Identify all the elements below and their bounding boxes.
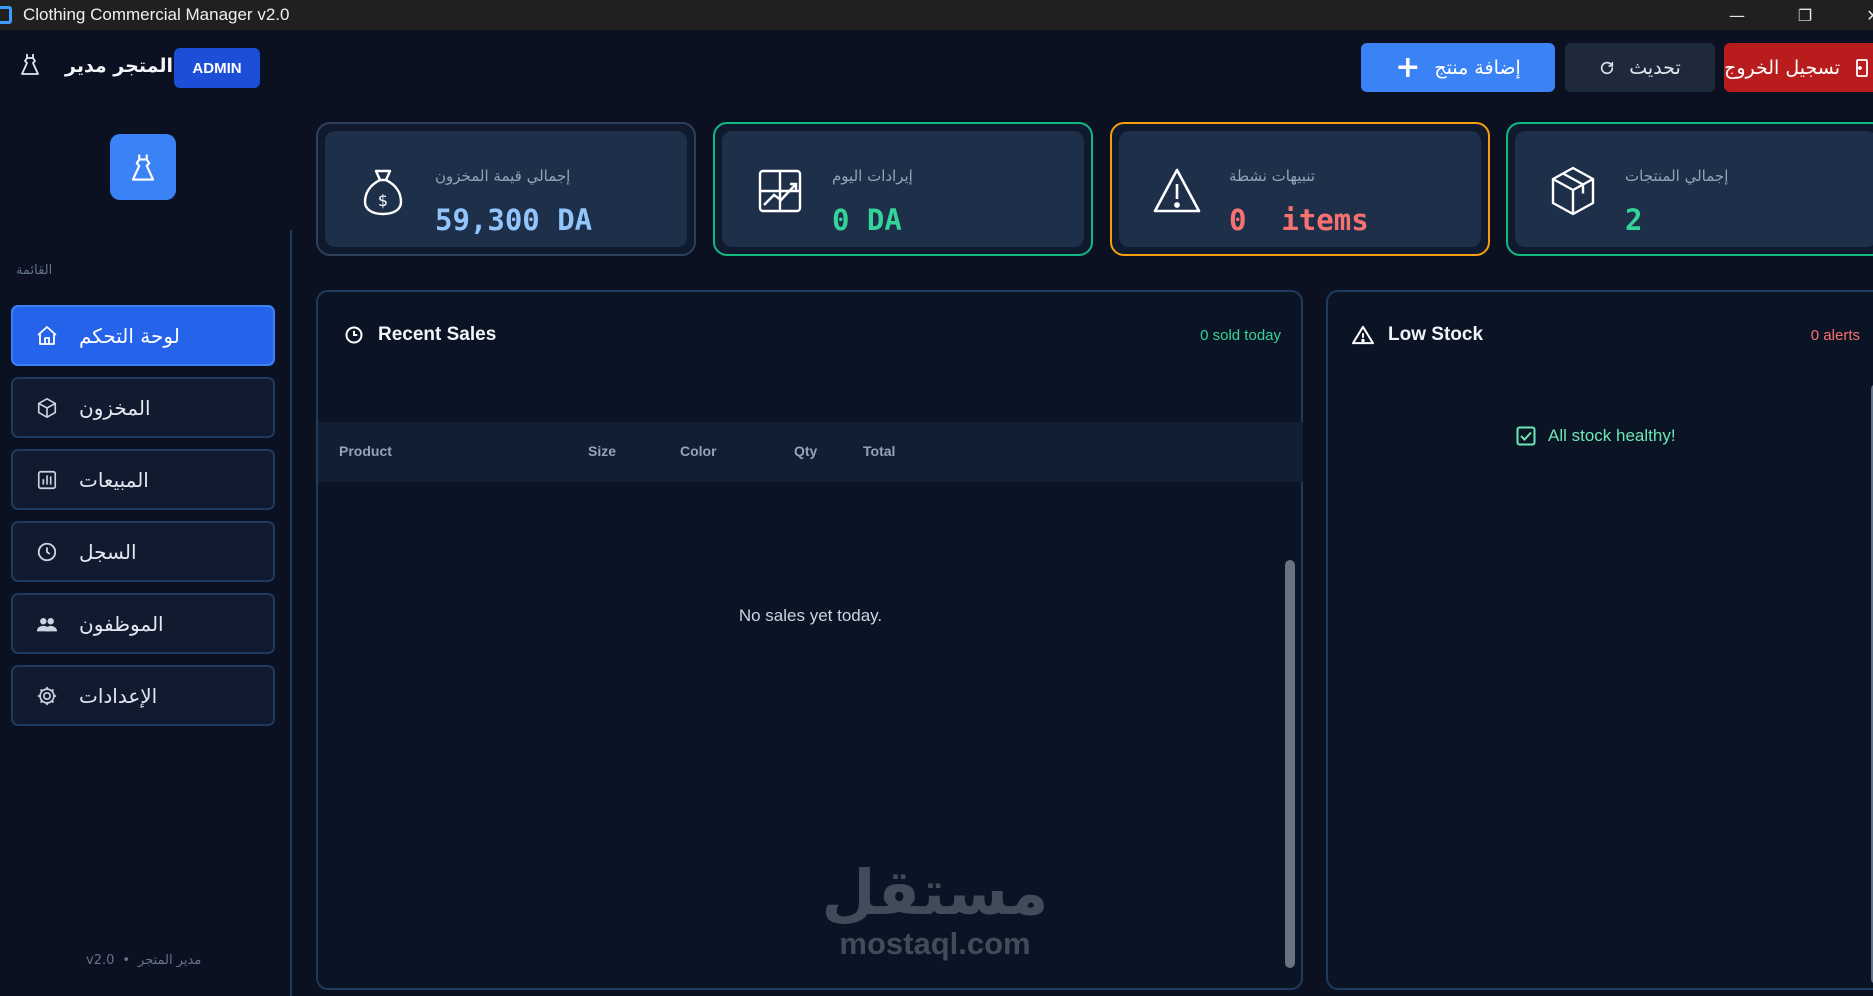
column-header-size[interactable]: Size bbox=[588, 443, 616, 459]
sidebar-item-history[interactable]: السجل bbox=[11, 521, 275, 582]
stat-label: تنبيهات نشطة bbox=[1229, 167, 1316, 185]
home-icon bbox=[35, 324, 59, 348]
recent-sales-title: Recent Sales bbox=[344, 324, 496, 346]
logout-button[interactable]: تسجيل الخروج bbox=[1724, 43, 1873, 92]
watermark-arabic: مستقل bbox=[821, 856, 1049, 929]
stat-card-active-alerts: تنبيهات نشطة 0 items bbox=[1110, 122, 1490, 256]
dress-icon bbox=[21, 54, 39, 75]
recent-sales-panel: Recent Sales 0 sold today Product Size C… bbox=[316, 290, 1303, 990]
stat-card-daily-revenue: إيرادات اليوم 0 DA bbox=[713, 122, 1093, 256]
footer-version: v2.0 bbox=[86, 953, 115, 968]
column-header-total[interactable]: Total bbox=[863, 443, 895, 459]
window-title-bar: Clothing Commercial Manager v2.0 — ❐ ✕ bbox=[0, 0, 1873, 30]
stat-value: 59,300 DA bbox=[435, 203, 593, 237]
warning-icon bbox=[1153, 168, 1201, 213]
bar-chart-icon bbox=[35, 468, 59, 492]
sidebar-item-label: لوحة التحكم bbox=[79, 323, 180, 348]
chart-growth-icon bbox=[758, 169, 802, 213]
store-name: المتجر مدير bbox=[65, 55, 173, 77]
dress-icon bbox=[131, 154, 155, 181]
stat-card-total-products: إجمالي المنتجات 2 bbox=[1506, 122, 1873, 256]
clock-icon bbox=[345, 326, 363, 344]
panel-title-text: Recent Sales bbox=[378, 324, 497, 345]
sidebar-item-dashboard[interactable]: لوحة التحكم bbox=[11, 305, 275, 366]
close-button[interactable]: ✕ bbox=[1853, 0, 1873, 30]
stat-value: 2 bbox=[1625, 203, 1643, 237]
sidebar-item-settings[interactable]: الإعدادات bbox=[11, 665, 275, 726]
stat-value: 0 DA bbox=[832, 203, 902, 237]
sidebar-item-label: السجل bbox=[79, 539, 137, 564]
logout-label: تسجيل الخروج bbox=[1724, 56, 1840, 79]
low-stock-title: Low Stock bbox=[1352, 324, 1483, 346]
role-badge: ADMIN bbox=[174, 48, 260, 88]
watermark-latin: mostaql.com bbox=[839, 926, 1031, 961]
alerts-count: 0 alerts bbox=[1810, 327, 1860, 344]
sidebar-item-label: المبيعات bbox=[79, 467, 149, 492]
checkbox-checked-icon bbox=[1516, 426, 1536, 446]
refresh-label: تحديث bbox=[1629, 56, 1681, 79]
stat-label: إجمالي قيمة المخزون bbox=[435, 167, 571, 185]
maximize-button[interactable]: ❐ bbox=[1785, 0, 1825, 30]
gear-icon bbox=[35, 684, 59, 708]
column-header-product[interactable]: Product bbox=[339, 443, 392, 459]
box-icon bbox=[35, 396, 59, 420]
users-icon bbox=[35, 612, 59, 636]
stat-value: 0 items bbox=[1229, 203, 1369, 237]
clock-icon bbox=[35, 540, 59, 564]
low-stock-panel: Low Stock 0 alerts All stock healthy! bbox=[1326, 290, 1873, 990]
window-title: Clothing Commercial Manager v2.0 bbox=[23, 5, 290, 24]
footer-role: مدير المتجر bbox=[138, 953, 202, 968]
stock-status: All stock healthy! bbox=[1516, 426, 1676, 446]
sold-today-count: 0 sold today bbox=[1200, 327, 1281, 344]
watermark-logo: مستقل mostaql.com bbox=[820, 862, 1050, 962]
app-icon bbox=[0, 6, 12, 24]
refresh-icon bbox=[1601, 61, 1614, 74]
sidebar-footer: v2.0 • مدير المتجر bbox=[86, 953, 201, 968]
logout-icon bbox=[1856, 58, 1868, 77]
footer-separator: • bbox=[122, 953, 131, 968]
plus-icon: + bbox=[1395, 49, 1421, 85]
warning-icon bbox=[1352, 325, 1374, 345]
refresh-button[interactable]: تحديث bbox=[1565, 43, 1715, 92]
package-icon bbox=[1551, 166, 1595, 216]
sidebar-item-employees[interactable]: الموظفون bbox=[11, 593, 275, 654]
minimize-button[interactable]: — bbox=[1717, 0, 1757, 30]
panel-title-text: Low Stock bbox=[1388, 324, 1484, 345]
no-sales-message: No sales yet today. bbox=[738, 606, 883, 625]
stock-status-text: All stock healthy! bbox=[1548, 426, 1676, 445]
stat-label: إجمالي المنتجات bbox=[1625, 167, 1729, 185]
add-product-button[interactable]: إضافة منتج + bbox=[1361, 43, 1555, 92]
money-bag-icon: $ bbox=[363, 169, 403, 216]
stat-label: إيرادات اليوم bbox=[832, 167, 913, 185]
stat-card-inventory-value: $ إجمالي قيمة المخزون 59,300 DA bbox=[316, 122, 696, 256]
sidebar-item-label: الموظفون bbox=[79, 611, 164, 636]
app-header: المتجر مدير ADMIN إضافة منتج + تحديث تسج… bbox=[0, 30, 1873, 106]
sidebar-item-label: الإعدادات bbox=[79, 683, 158, 708]
menu-section-label: القائمة bbox=[16, 263, 53, 278]
sales-scrollbar[interactable] bbox=[1285, 560, 1295, 968]
column-header-color[interactable]: Color bbox=[680, 443, 717, 459]
sales-table-header: Product Size Color Qty Total bbox=[318, 422, 1303, 482]
sidebar-item-inventory[interactable]: المخزون bbox=[11, 377, 275, 438]
brand-logo bbox=[110, 134, 176, 200]
sidebar-item-sales[interactable]: المبيعات bbox=[11, 449, 275, 510]
column-header-qty[interactable]: Qty bbox=[794, 443, 817, 459]
sidebar-divider bbox=[290, 230, 292, 996]
sidebar-item-label: المخزون bbox=[79, 395, 151, 420]
add-product-label: إضافة منتج bbox=[1434, 56, 1521, 79]
svg-text:$: $ bbox=[378, 191, 388, 210]
